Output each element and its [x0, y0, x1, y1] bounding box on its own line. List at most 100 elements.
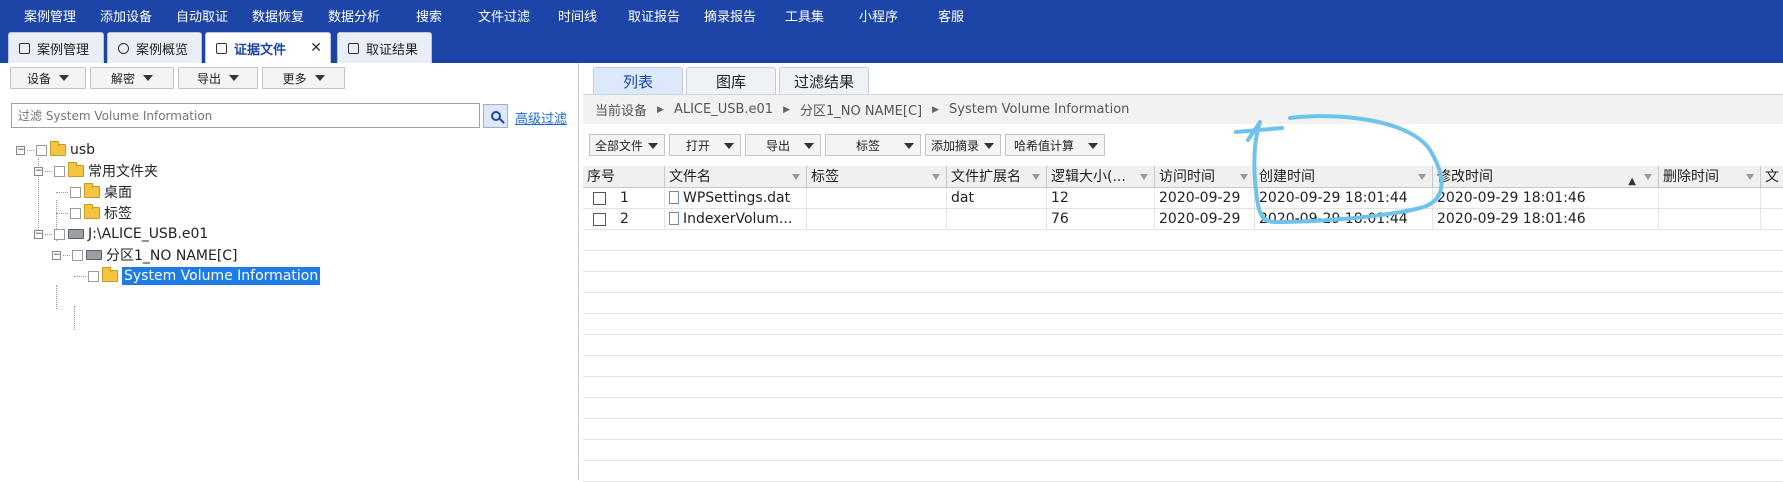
tree-checkbox[interactable] — [88, 270, 99, 282]
collapse-icon[interactable]: − — [52, 250, 61, 260]
breadcrumb-item[interactable]: ALICE_USB.e01 — [674, 102, 773, 117]
column-header-filename[interactable]: 文件名 — [665, 166, 807, 188]
cell-modified-time: 2020-09-29 18:01:46 — [1433, 209, 1659, 230]
tree-connector — [27, 149, 34, 151]
column-header-tag[interactable]: 标签 — [807, 166, 947, 188]
filter-icon[interactable] — [932, 174, 940, 180]
more-dropdown[interactable]: 更多 — [262, 67, 345, 89]
device-dropdown[interactable]: 设备 — [10, 67, 86, 89]
menu-data-recovery[interactable]: 数据恢复 — [252, 6, 304, 25]
row-checkbox[interactable] — [593, 192, 606, 205]
tree-filter-input[interactable] — [11, 103, 480, 128]
cell-index: 1 — [583, 188, 665, 209]
filter-icon[interactable] — [792, 174, 800, 180]
menu-support[interactable]: 客服 — [938, 6, 964, 25]
empty-table-row — [583, 251, 1783, 272]
open-dropdown[interactable]: 打开 — [669, 134, 741, 156]
collapse-icon[interactable]: − — [34, 229, 43, 239]
file-table: 序号 文件名 标签 文件扩展名 逻辑大小(... 访问时间 创建时间 修改时间 ▲… — [583, 166, 1783, 482]
filter-icon[interactable] — [1644, 174, 1652, 180]
column-header-access-time[interactable]: 访问时间 — [1155, 166, 1255, 188]
table-row[interactable]: 1 WPSettings.dat dat 12 2020-09-29 2020-… — [583, 188, 1783, 209]
tree-node-system-volume-information[interactable]: System Volume Information — [74, 266, 321, 286]
filter-icon[interactable] — [1240, 174, 1248, 180]
all-files-dropdown[interactable]: 全部文件 — [589, 134, 665, 156]
column-header-index[interactable]: 序号 — [583, 166, 665, 188]
tree-node-evidence-image[interactable]: − J:\ALICE_USB.e01 — [34, 224, 208, 244]
tree-checkbox[interactable] — [72, 249, 83, 261]
button-label: 更多 — [282, 71, 307, 86]
tree-node-bookmarks[interactable]: 标签 — [56, 203, 132, 223]
search-button[interactable] — [483, 104, 508, 128]
tree-checkbox[interactable] — [70, 186, 81, 198]
breadcrumb-item[interactable]: 分区1_NO NAME[C] — [800, 100, 922, 119]
breadcrumb-separator-icon: ▶ — [783, 104, 790, 115]
tree-node-desktop[interactable]: 桌面 — [56, 182, 132, 202]
menu-timeline[interactable]: 时间线 — [558, 6, 597, 25]
decrypt-dropdown[interactable]: 解密 — [90, 67, 174, 89]
menu-toolset[interactable]: 工具集 — [785, 6, 824, 25]
button-label: 解密 — [110, 71, 135, 86]
menu-data-analysis[interactable]: 数据分析 — [328, 6, 380, 25]
column-header-deleted-time[interactable]: 删除时间 — [1659, 166, 1761, 188]
advanced-filter-link[interactable]: 高级过滤 — [515, 108, 567, 127]
tree-checkbox[interactable] — [54, 228, 65, 240]
tab-list-view[interactable]: 列表 — [593, 67, 683, 94]
column-header-extension[interactable]: 文件扩展名 — [947, 166, 1047, 188]
tree-checkbox[interactable] — [36, 144, 47, 156]
filter-icon[interactable] — [1032, 174, 1040, 180]
collapse-icon[interactable]: − — [34, 166, 43, 176]
empty-table-row — [583, 461, 1783, 482]
menu-file-filter[interactable]: 文件过滤 — [478, 6, 530, 25]
hard-drive-icon — [68, 229, 84, 239]
column-header-logical-size[interactable]: 逻辑大小(... — [1047, 166, 1155, 188]
tree-node-common-folders[interactable]: − 常用文件夹 — [34, 161, 158, 181]
collapse-icon[interactable]: − — [16, 145, 25, 155]
cell-created-time: 2020-09-29 18:01:44 — [1255, 188, 1433, 209]
tab-gallery-view[interactable]: 图库 — [686, 67, 776, 94]
menu-forensic-report[interactable]: 取证报告 — [628, 6, 680, 25]
cell-index: 2 — [583, 209, 665, 230]
tree-guide-line — [74, 306, 75, 330]
empty-table-row — [583, 356, 1783, 377]
menu-auto-forensics[interactable]: 自动取证 — [176, 6, 228, 25]
column-header-more[interactable]: 文 — [1761, 166, 1783, 188]
tree-checkbox[interactable] — [70, 207, 81, 219]
tab-label: 案例概览 — [136, 42, 189, 58]
hash-calc-dropdown[interactable]: 哈希值计算 — [1005, 134, 1105, 156]
tree-node-label-selected: System Volume Information — [122, 267, 321, 285]
export-dropdown[interactable]: 导出 — [178, 67, 258, 89]
empty-table-row — [583, 335, 1783, 356]
header-label: 文 — [1765, 169, 1779, 185]
row-checkbox[interactable] — [593, 213, 606, 226]
tree-node-partition[interactable]: − 分区1_NO NAME[C] — [52, 245, 238, 265]
menu-case-management[interactable]: 案例管理 — [24, 6, 76, 25]
tree-node-label: 分区1_NO NAME[C] — [106, 248, 238, 264]
breadcrumb-item[interactable]: 当前设备 — [595, 100, 647, 119]
menu-mini-program[interactable]: 小程序 — [859, 6, 898, 25]
filter-icon[interactable] — [1746, 174, 1754, 180]
file-icon — [669, 212, 679, 225]
tab-forensic-results[interactable]: 取证结果 — [337, 32, 432, 63]
filter-icon[interactable] — [1418, 174, 1426, 180]
tab-case-overview[interactable]: 案例概览 — [107, 32, 202, 63]
tab-case-management[interactable]: 案例管理 — [8, 32, 104, 63]
table-row[interactable]: 2 IndexerVolum... 76 2020-09-29 2020-09-… — [583, 209, 1783, 230]
breadcrumb-item[interactable]: System Volume Information — [949, 102, 1129, 117]
close-icon[interactable]: ✕ — [310, 40, 322, 56]
tree-checkbox[interactable] — [54, 165, 65, 177]
menu-search[interactable]: 搜索 — [416, 6, 442, 25]
filter-icon[interactable] — [1140, 174, 1148, 180]
menu-excerpt-report[interactable]: 摘录报告 — [704, 6, 756, 25]
cell-access-time: 2020-09-29 — [1155, 188, 1255, 209]
tree-connector — [63, 254, 70, 256]
add-excerpt-dropdown[interactable]: 添加摘录 — [925, 134, 1001, 156]
tab-evidence-files[interactable]: 证据文件 ✕ — [205, 32, 331, 63]
column-header-created-time[interactable]: 创建时间 — [1255, 166, 1433, 188]
column-header-modified-time[interactable]: 修改时间 ▲ — [1433, 166, 1659, 188]
tree-node-usb[interactable]: − usb — [16, 140, 95, 160]
export-files-dropdown[interactable]: 导出 — [745, 134, 821, 156]
tag-dropdown[interactable]: 标签 — [825, 134, 921, 156]
tab-filter-results[interactable]: 过滤结果 — [779, 67, 869, 94]
menu-add-device[interactable]: 添加设备 — [100, 6, 152, 25]
